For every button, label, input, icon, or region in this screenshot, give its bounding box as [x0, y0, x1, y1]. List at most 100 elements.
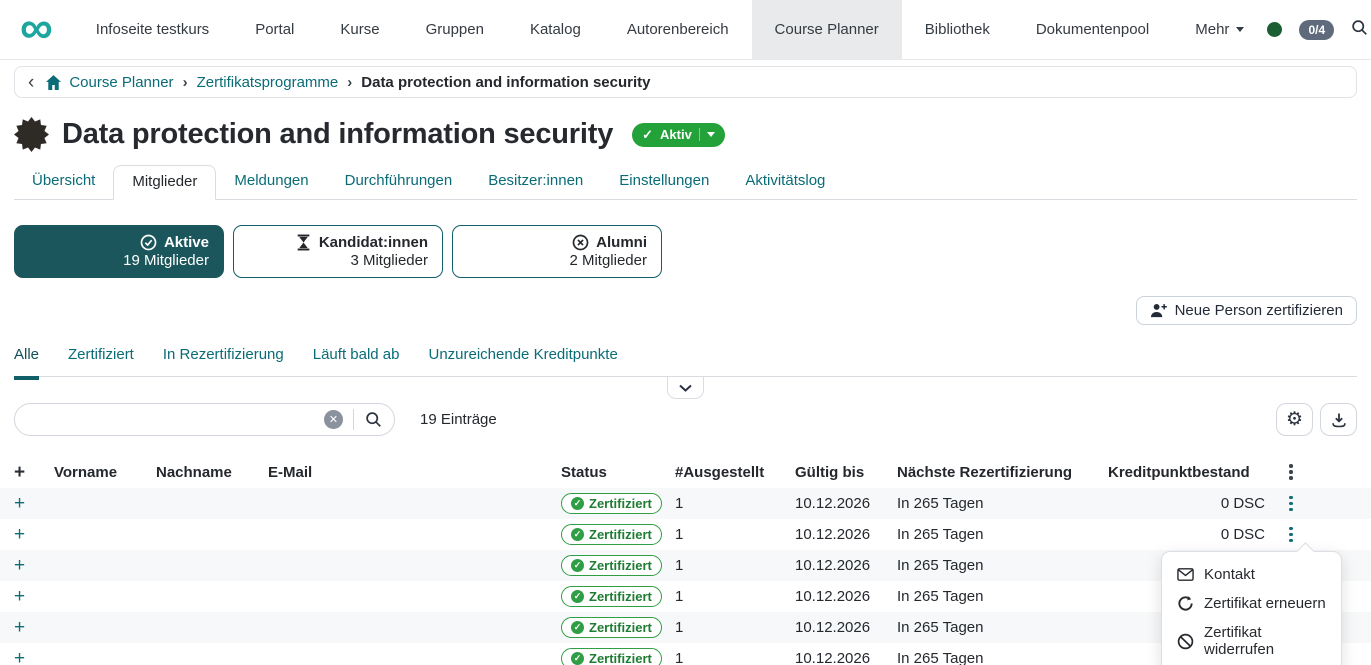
download-button[interactable]: [1320, 403, 1357, 436]
nav-item[interactable]: Bibliothek: [902, 0, 1013, 59]
search-input[interactable]: [27, 411, 324, 428]
cell-rezertifizierung: In 265 Tagen: [897, 495, 1108, 512]
cell-gueltig-bis: 10.12.2026: [795, 619, 897, 636]
page-title: Data protection and information security: [62, 118, 613, 151]
filter-link[interactable]: Alle: [14, 346, 39, 363]
expand-row-icon[interactable]: +: [14, 587, 54, 606]
tab[interactable]: Meldungen: [216, 165, 326, 199]
row-menu-icon[interactable]: [1286, 493, 1296, 515]
card-alumni[interactable]: Alumni 2 Mitglieder: [452, 225, 662, 278]
clear-search-icon[interactable]: ✕: [324, 410, 343, 429]
tab[interactable]: Besitzer:innen: [470, 165, 601, 199]
cell-ausgestellt: 1: [675, 588, 795, 605]
nav-item[interactable]: Dokumentenpool: [1013, 0, 1172, 59]
check-icon: ✓: [571, 621, 584, 634]
breadcrumb-link[interactable]: Zertifikatsprogramme: [197, 74, 339, 91]
search-box: ✕: [14, 403, 395, 436]
tab[interactable]: Aktivitätslog: [727, 165, 843, 199]
certify-new-person-button[interactable]: Neue Person zertifizieren: [1136, 296, 1357, 325]
presence-status-dot[interactable]: [1267, 22, 1282, 37]
row-context-menu: Kontakt Zertifikat erneuern Zertifikat w…: [1161, 551, 1342, 665]
column-header-gueltig-bis[interactable]: Gültig bis: [795, 464, 897, 481]
nav-item[interactable]: Mehr: [1172, 0, 1267, 59]
column-header-rezertifizierung[interactable]: Nächste Rezertifizierung: [897, 464, 1108, 481]
column-header-status[interactable]: Status: [561, 464, 675, 481]
cell-ausgestellt: 1: [675, 526, 795, 543]
filter-collapse-row: [0, 377, 1371, 399]
column-header-ausgestellt[interactable]: #Ausgestellt: [675, 464, 795, 481]
cell-rezertifizierung: In 265 Tagen: [897, 619, 1108, 636]
cell-rezertifizierung: In 265 Tagen: [897, 588, 1108, 605]
status-badge: ✓ Zertifiziert: [561, 524, 662, 545]
filter-link[interactable]: In Rezertifizierung: [163, 346, 284, 363]
expand-row-icon[interactable]: +: [14, 618, 54, 637]
entries-count: 19 Einträge: [420, 411, 497, 428]
nav-item[interactable]: Kurse: [317, 0, 402, 59]
nav-item[interactable]: Course Planner: [752, 0, 902, 59]
cell-ausgestellt: 1: [675, 619, 795, 636]
menu-item-kontakt[interactable]: Kontakt: [1162, 560, 1341, 589]
card-aktive[interactable]: Aktive 19 Mitglieder: [14, 225, 224, 278]
table-header-row: + Vorname Nachname E-Mail Status #Ausges…: [0, 456, 1371, 488]
menu-item-zertifikat-widerrufen[interactable]: Zertifikat widerrufen: [1162, 618, 1341, 664]
tab[interactable]: Mitglieder: [113, 165, 216, 200]
column-header-kreditpunktbestand[interactable]: Kreditpunktbestand: [1108, 464, 1265, 481]
column-header-vorname[interactable]: Vorname: [54, 464, 156, 481]
check-icon: ✓: [571, 590, 584, 603]
cell-gueltig-bis: 10.12.2026: [795, 557, 897, 574]
breadcrumb-home-link[interactable]: Course Planner: [45, 74, 173, 91]
page-header: Data protection and information security…: [14, 117, 1357, 152]
nav-item[interactable]: Infoseite testkurs: [73, 0, 232, 59]
ban-icon: [1177, 633, 1194, 650]
nav-item[interactable]: Autorenbereich: [604, 0, 752, 59]
collapse-filters-button[interactable]: [667, 377, 704, 399]
table-settings-button[interactable]: ⚙: [1276, 403, 1313, 436]
tab[interactable]: Einstellungen: [601, 165, 727, 199]
mail-icon: [1177, 566, 1194, 583]
nav-item[interactable]: Gruppen: [403, 0, 507, 59]
divider: [699, 128, 700, 141]
back-chevron-icon[interactable]: ‹: [28, 73, 34, 92]
status-active-dropdown-button[interactable]: ✓ Aktiv: [632, 123, 725, 147]
chevron-down-icon: [707, 132, 715, 137]
breadcrumb-separator: ›: [183, 74, 188, 91]
gear-icon: ⚙: [1286, 410, 1303, 429]
add-column-icon[interactable]: +: [14, 463, 54, 482]
filter-link[interactable]: Unzureichende Kreditpunkte: [429, 346, 618, 363]
menu-item-zertifikat-erneuern[interactable]: Zertifikat erneuern: [1162, 589, 1341, 618]
cell-rezertifizierung: In 265 Tagen: [897, 557, 1108, 574]
nav-item[interactable]: Katalog: [507, 0, 604, 59]
expand-row-icon[interactable]: +: [14, 556, 54, 575]
hourglass-icon: [295, 234, 312, 251]
nav-item[interactable]: Portal: [232, 0, 317, 59]
main-navigation: Infoseite testkurs Portal Kurse Gruppen …: [73, 0, 1268, 59]
column-header-email[interactable]: E-Mail: [268, 464, 561, 481]
check-icon: ✓: [571, 528, 584, 541]
cell-gueltig-bis: 10.12.2026: [795, 650, 897, 665]
row-menu-icon[interactable]: [1286, 524, 1296, 546]
check-icon: ✓: [642, 127, 653, 143]
column-header-nachname[interactable]: Nachname: [156, 464, 268, 481]
brand-logo-infinity-icon[interactable]: ∞: [20, 0, 53, 59]
chevron-down-icon: [679, 384, 692, 392]
cell-kreditpunktbestand: 0 DSC: [1108, 495, 1265, 512]
table-row: + ✓ Zertifiziert 1 10.12.2026 In 265 Tag…: [0, 488, 1371, 519]
card-kandidaten[interactable]: Kandidat:innen 3 Mitglieder: [233, 225, 443, 278]
expand-row-icon[interactable]: +: [14, 525, 54, 544]
cell-gueltig-bis: 10.12.2026: [795, 526, 897, 543]
cell-ausgestellt: 1: [675, 557, 795, 574]
cell-gueltig-bis: 10.12.2026: [795, 495, 897, 512]
task-count-badge[interactable]: 0/4: [1299, 20, 1334, 40]
expand-row-icon[interactable]: +: [14, 494, 54, 513]
tab[interactable]: Übersicht: [14, 165, 113, 199]
search-icon[interactable]: [1351, 19, 1368, 41]
filter-link[interactable]: Zertifiziert: [68, 346, 134, 363]
status-badge: ✓ Zertifiziert: [561, 648, 662, 665]
x-circle-icon: [572, 234, 589, 251]
filter-link[interactable]: Läuft bald ab: [313, 346, 400, 363]
search-icon[interactable]: [365, 411, 382, 428]
table-header-menu-icon[interactable]: [1286, 461, 1296, 483]
table-row: + ✓ Zertifiziert 1 10.12.2026 In 265 Tag…: [0, 519, 1371, 550]
tab[interactable]: Durchführungen: [327, 165, 471, 199]
expand-row-icon[interactable]: +: [14, 649, 54, 665]
